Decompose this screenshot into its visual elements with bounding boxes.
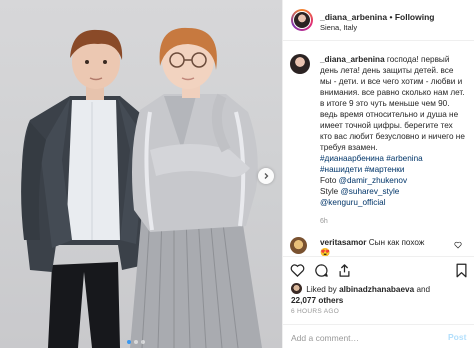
commenter-username[interactable]: veritasamor — [320, 238, 366, 247]
carousel-dot — [127, 340, 131, 344]
comment-icon[interactable] — [314, 263, 329, 278]
chevron-right-icon — [264, 173, 269, 179]
post-timestamp[interactable]: 6 HOURS AGO — [291, 308, 339, 315]
add-comment-bar: Post — [283, 324, 474, 348]
caption: _diana_arbenina господа! первый день лет… — [283, 48, 474, 228]
heart-icon[interactable] — [290, 263, 305, 278]
style-credit-link[interactable]: @kenguru_official — [320, 198, 386, 207]
author-username[interactable]: _diana_arbenina — [320, 12, 387, 22]
location-link[interactable]: Siena, Italy — [320, 23, 357, 32]
author-avatar[interactable] — [291, 9, 313, 31]
bookmark-icon[interactable] — [455, 263, 468, 278]
photo-illustration — [21, 27, 262, 348]
post-sidebar: _diana_arbenina • Following Siena, Italy… — [282, 0, 474, 348]
caption-age[interactable]: 6h — [320, 218, 328, 225]
comment-row: veritasamor Сын как похож 😍 — [283, 234, 474, 258]
caption-body: господа! первый день лета! день защиты д… — [320, 55, 465, 152]
style-credit-label: Style — [320, 187, 339, 196]
likes-connector: and — [416, 285, 431, 294]
commenter-avatar[interactable] — [290, 237, 307, 254]
author-username-row: _diana_arbenina • Following — [320, 12, 435, 22]
post-comment-button[interactable]: Post — [448, 332, 466, 342]
photo-credit-label: Foto — [320, 176, 337, 185]
comment-body: Сын как похож — [368, 238, 425, 247]
following-button[interactable]: Following — [395, 12, 435, 22]
post-header: _diana_arbenina • Following Siena, Italy — [283, 0, 474, 41]
heart-icon[interactable] — [454, 241, 462, 249]
hashtag[interactable]: #дианаарбенина — [320, 154, 384, 163]
caption-text: _diana_arbenina господа! первый день лет… — [320, 54, 466, 208]
header-separator: • — [389, 12, 393, 22]
carousel-next-button[interactable] — [258, 168, 274, 184]
style-credit-link[interactable]: @suharev_style — [340, 187, 399, 196]
hashtag[interactable]: #arbenina — [386, 154, 422, 163]
share-icon[interactable] — [337, 263, 352, 278]
liker-avatar[interactable] — [291, 283, 302, 294]
likes-summary: Liked by albinadzhanabaeva and 22,077 ot… — [291, 283, 469, 306]
action-bar: Liked by albinadzhanabaeva and 22,077 ot… — [283, 256, 474, 328]
carousel-indicator — [127, 340, 145, 344]
likes-count-link[interactable]: 22,077 others — [291, 296, 343, 305]
girl-figure — [130, 27, 262, 348]
post-photo[interactable] — [0, 0, 282, 348]
carousel-dot — [134, 340, 138, 344]
liker-username[interactable]: albinadzhanabaeva — [339, 285, 414, 294]
caption-avatar[interactable] — [290, 54, 310, 74]
comment-text: veritasamor Сын как похож 😍 — [320, 238, 450, 258]
caption-username[interactable]: _diana_arbenina — [320, 55, 385, 64]
likes-prefix: Liked by — [306, 285, 337, 294]
hashtag[interactable]: #мартенки — [364, 165, 404, 174]
photo-credit-link[interactable]: @damir_zhukenov — [339, 176, 407, 185]
add-comment-input[interactable] — [291, 331, 441, 345]
hashtag[interactable]: #нашидети — [320, 165, 362, 174]
boy-figure — [21, 29, 150, 348]
carousel-dot — [141, 340, 145, 344]
